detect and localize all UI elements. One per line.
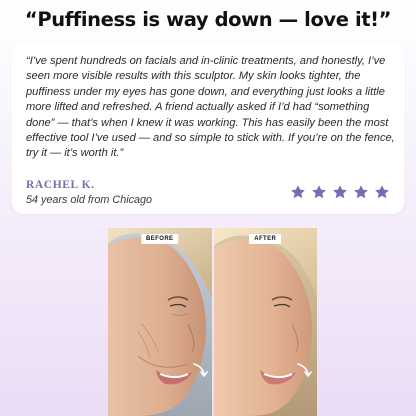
after-label: AFTER (249, 234, 282, 244)
star-icon (333, 185, 347, 199)
star-rating (290, 184, 390, 200)
star-icon (312, 185, 326, 199)
before-photo: BEFORE (108, 228, 212, 416)
before-label: BEFORE (141, 234, 179, 244)
review-card: “I’ve spent hundreds on facials and in-c… (12, 43, 404, 214)
star-icon (375, 185, 389, 199)
before-after-photos: BEFORE AFTER (108, 228, 317, 416)
headline: “Puffiness is way down — love it!” (24, 8, 392, 31)
star-icon (291, 185, 305, 199)
reviewer-meta: 54 years old from Chicago (26, 194, 153, 206)
star-icon (354, 185, 368, 199)
after-face-image (213, 228, 317, 416)
reviewer-name: RACHEL K. (26, 179, 95, 191)
review-quote: “I’ve spent hundreds on facials and in-c… (26, 55, 395, 160)
before-face-image (108, 228, 212, 416)
after-photo: AFTER (213, 228, 317, 416)
